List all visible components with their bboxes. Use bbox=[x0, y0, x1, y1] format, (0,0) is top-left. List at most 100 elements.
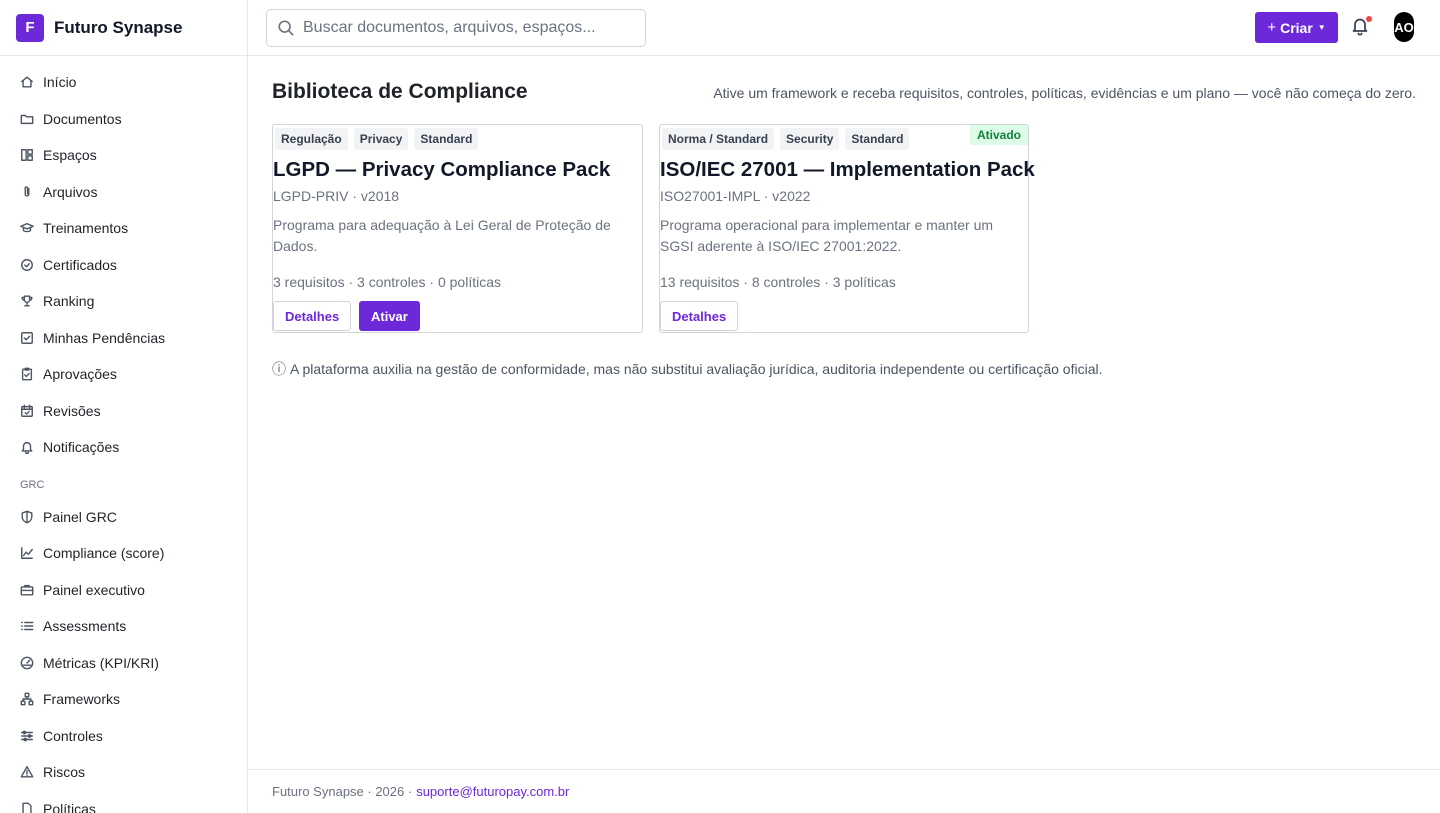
card-title: ISO/IEC 27001 — Implementation Pack bbox=[660, 158, 1035, 181]
tag: Standard bbox=[414, 128, 479, 150]
tag-list: Norma / Standard Security Standard bbox=[662, 128, 910, 150]
folder-icon bbox=[20, 114, 34, 124]
sidebar-item-riscos[interactable]: Riscos bbox=[0, 754, 247, 791]
network-icon bbox=[20, 692, 34, 706]
tag-list: Regulação Privacy Standard bbox=[275, 128, 479, 150]
briefcase-icon bbox=[20, 584, 34, 596]
main-content: Biblioteca de Compliance Ative um framew… bbox=[248, 56, 1440, 769]
brand-name: Futuro Synapse bbox=[54, 17, 183, 37]
footer: Futuro Synapse · 2026 · suporte@futuropa… bbox=[248, 769, 1440, 813]
details-button[interactable]: Detalhes bbox=[660, 301, 739, 331]
avatar[interactable]: AO bbox=[1394, 12, 1414, 42]
brand-logo: F bbox=[16, 13, 44, 42]
search-box[interactable] bbox=[266, 9, 646, 47]
sidebar-item-pendencias[interactable]: Minhas Pendências bbox=[0, 320, 247, 357]
sidebar-item-label: Compliance (score) bbox=[43, 545, 165, 562]
sidebar-item-inicio[interactable]: Início bbox=[0, 64, 247, 101]
graduation-cap-icon bbox=[20, 223, 34, 233]
paperclip-icon bbox=[24, 186, 30, 197]
sidebar-item-label: Minhas Pendências bbox=[43, 329, 166, 346]
sidebar-item-controles[interactable]: Controles bbox=[0, 718, 247, 755]
list-icon bbox=[21, 622, 34, 631]
notifications-button[interactable] bbox=[1351, 16, 1373, 38]
sidebar-item-label: Frameworks bbox=[43, 691, 121, 708]
sidebar-item-label: Controles bbox=[43, 727, 103, 744]
details-button[interactable]: Detalhes bbox=[273, 301, 352, 331]
sidebar-item-revisoes[interactable]: Revisões bbox=[0, 393, 247, 430]
sidebar-item-label: Documentos bbox=[43, 110, 122, 127]
sidebar-item-compliance-score[interactable]: Compliance (score) bbox=[0, 535, 247, 572]
page-subtitle: Ative um framework e receba requisitos, … bbox=[713, 85, 1416, 101]
disclaimer: ⓘ A plataforma auxilia na gestão de conf… bbox=[272, 359, 1103, 379]
tag: Privacy bbox=[353, 128, 409, 150]
sidebar-item-treinamentos[interactable]: Treinamentos bbox=[0, 210, 247, 247]
trophy-icon bbox=[21, 295, 33, 307]
sidebar-item-ranking[interactable]: Ranking bbox=[0, 283, 247, 320]
activate-button[interactable]: Ativar bbox=[359, 301, 420, 331]
sidebar-item-frameworks[interactable]: Frameworks bbox=[0, 681, 247, 718]
sidebar-item-label: Notificações bbox=[43, 439, 120, 456]
card-code: ISO27001-IMPL · v2022 bbox=[660, 188, 811, 204]
sidebar-item-assessments[interactable]: Assessments bbox=[0, 608, 247, 645]
page-title: Biblioteca de Compliance bbox=[272, 80, 528, 103]
card-description: Programa para adequação à Lei Geral de P… bbox=[273, 217, 611, 254]
sidebar-item-arquivos[interactable]: Arquivos bbox=[0, 174, 247, 211]
framework-card-lgpd: Regulação Privacy Standard LGPD — Privac… bbox=[272, 124, 643, 333]
tag: Norma / Standard bbox=[662, 128, 775, 150]
brand[interactable]: F Futuro Synapse bbox=[0, 0, 247, 56]
topbar: + Criar ▼ AO bbox=[248, 0, 1440, 56]
sidebar-item-label: Certificados bbox=[43, 256, 117, 273]
check-square-icon bbox=[21, 331, 33, 344]
tag: Standard bbox=[845, 128, 910, 150]
card-stats: 13 requisitos · 8 controles · 3 política… bbox=[660, 274, 896, 290]
sidebar-item-politicas[interactable]: Políticas bbox=[0, 791, 247, 813]
home-icon bbox=[21, 76, 33, 88]
card-code: LGPD-PRIV · v2018 bbox=[273, 188, 400, 204]
grid-icon bbox=[21, 149, 33, 162]
sliders-icon bbox=[21, 730, 33, 742]
tag: Regulação bbox=[275, 128, 348, 150]
sidebar-item-label: Riscos bbox=[43, 764, 86, 781]
sidebar-item-certificados[interactable]: Certificados bbox=[0, 247, 247, 284]
plus-icon: + bbox=[1267, 19, 1277, 36]
check-circle-icon bbox=[21, 258, 33, 271]
sidebar-item-label: Aprovações bbox=[43, 366, 117, 383]
file-icon bbox=[22, 802, 32, 813]
calendar-check-icon bbox=[21, 404, 33, 417]
framework-card-iso27001: Norma / Standard Security Standard Ativa… bbox=[659, 124, 1035, 333]
sidebar-item-painel-grc[interactable]: Painel GRC bbox=[0, 499, 247, 536]
sidebar-item-painel-executivo[interactable]: Painel executivo bbox=[0, 572, 247, 609]
sidebar-item-label: Métricas (KPI/KRI) bbox=[43, 654, 159, 671]
bell-icon bbox=[21, 442, 33, 455]
chevron-down-icon: ▼ bbox=[1317, 23, 1326, 32]
sidebar-item-espacos[interactable]: Espaços bbox=[0, 137, 247, 174]
tag: Security bbox=[780, 128, 840, 150]
search-input[interactable] bbox=[303, 19, 633, 37]
create-button-label: Criar bbox=[1280, 19, 1313, 36]
sidebar-item-label: Painel GRC bbox=[43, 508, 117, 525]
create-button[interactable]: + Criar ▼ bbox=[1255, 12, 1338, 43]
sidebar-item-label: Ranking bbox=[43, 293, 95, 310]
sidebar-item-notificacoes[interactable]: Notificações bbox=[0, 429, 247, 466]
alert-triangle-icon bbox=[20, 766, 34, 778]
footer-text: Futuro Synapse · 2026 · bbox=[272, 784, 413, 799]
sidebar-item-label: Início bbox=[43, 74, 77, 91]
sidebar-item-aprovacoes[interactable]: Aprovações bbox=[0, 356, 247, 393]
sidebar-nav: Início Documentos Espaços Arquivos Trein… bbox=[0, 56, 247, 813]
sidebar-item-documentos[interactable]: Documentos bbox=[0, 101, 247, 138]
sidebar-item-label: Treinamentos bbox=[43, 220, 129, 237]
sidebar: F Futuro Synapse Início Documentos Espaç… bbox=[0, 0, 248, 813]
support-email-link[interactable]: suporte@futuropay.com.br bbox=[416, 784, 569, 799]
sidebar-section-grc: GRC bbox=[20, 478, 45, 491]
sidebar-item-label: Arquivos bbox=[43, 183, 98, 200]
sidebar-item-label: Políticas bbox=[43, 800, 96, 813]
gauge-icon bbox=[20, 656, 34, 670]
sidebar-item-label: Espaços bbox=[43, 147, 97, 164]
status-badge: Ativado bbox=[969, 125, 1028, 145]
card-description: Programa operacional para implementar e … bbox=[660, 217, 994, 254]
card-title: LGPD — Privacy Compliance Pack bbox=[273, 158, 611, 181]
sidebar-item-metricas[interactable]: Métricas (KPI/KRI) bbox=[0, 645, 247, 682]
sidebar-item-label: Painel executivo bbox=[43, 581, 145, 598]
clipboard-check-icon bbox=[21, 367, 33, 381]
info-icon: ⓘ bbox=[272, 361, 286, 377]
